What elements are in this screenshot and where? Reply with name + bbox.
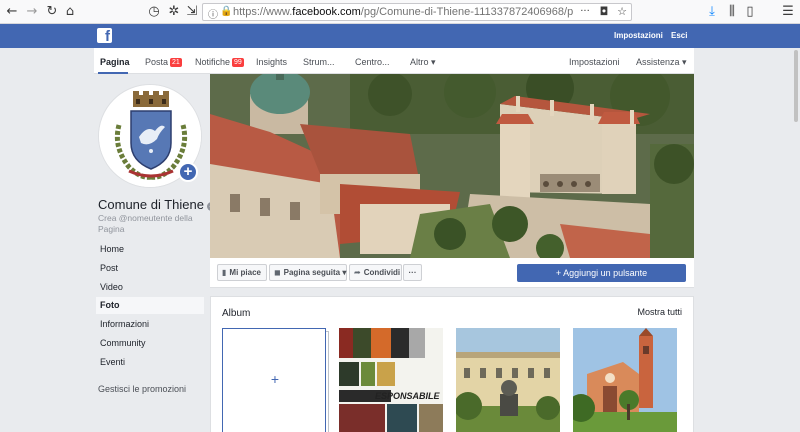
tab-notifiche[interactable]: Notifiche 99 [195,57,244,67]
settings-icon[interactable]: ✲ [166,4,182,20]
create-album-button[interactable]: + [222,328,326,432]
impresa-poster-image: ESPONSABILE [339,328,443,432]
thumbs-up-icon: ▮ [222,268,227,277]
tab-insights[interactable]: Insights [256,57,287,67]
share-button[interactable]: ➦ Condividi [349,264,402,281]
posta-badge: 21 [170,58,182,67]
sidebar-item-informazioni[interactable]: Informazioni [96,316,204,333]
tab-centro[interactable]: Centro... [355,57,390,67]
add-button-cta[interactable]: + Aggiungi un pulsante [517,264,686,282]
show-all-link[interactable]: Mostra tutti [637,307,682,317]
history-icon[interactable]: ◷ [146,4,162,20]
create-username-link[interactable]: Crea @nomeutente della Pagina [98,213,208,235]
forward-icon[interactable]: → [24,4,40,20]
album-thumbnail-square[interactable] [456,328,560,432]
scrollbar-thumb[interactable] [794,50,798,122]
cover-image [210,74,694,258]
album-section: Album Mostra tutti + ESPONSABILE [210,296,694,432]
page-admin-nav: Pagina Posta 21 Notifiche 99 Insights Stru… [94,48,694,74]
impostazioni-link[interactable]: Impostazioni [614,31,663,40]
browser-toolbar: ← → ↻ ⌂ ◷ ✲ ⇲ ⓘ 🔒 https://www.facebook.c… [0,0,800,24]
tab-altro[interactable]: Altro ▾ [410,57,436,68]
home-icon[interactable]: ⌂ [62,4,78,20]
follow-button-label: Pagina seguita [283,268,341,277]
tab-strumenti[interactable]: Strum... [303,57,335,67]
manage-promotions-link[interactable]: Gestisci le promozioni [98,384,186,394]
sidebar-item-video[interactable]: Video [96,279,204,296]
responsabile-text: ESPONSABILE [375,391,441,401]
follow-button[interactable]: ◼ Pagina seguita ▾ [269,264,347,281]
info-icon[interactable]: ⓘ [208,6,218,21]
lock-icon: 🔒 [220,6,233,17]
share-button-label: Condividi [363,268,401,277]
album-thumbnail-church[interactable] [573,328,677,432]
add-photo-button[interactable]: + [178,162,198,182]
library-icon[interactable]: ⫼ [724,4,740,20]
menu-icon[interactable]: ☰ [780,4,796,20]
facebook-top-bar: f Impostazioni Esci [0,24,800,48]
share-icon: ➦ [354,268,361,277]
album-section-title: Album [222,308,251,319]
page-action-bar: ▮ Mi piace ◼ Pagina seguita ▾ ➦ Condividi ·… [210,258,694,288]
like-button[interactable]: ▮ Mi piace [217,264,267,281]
like-button-label: Mi piace [229,268,261,277]
church-image [573,328,677,432]
cover-photo[interactable] [210,74,694,258]
extension-icon[interactable]: ⇲ [184,4,200,20]
plus-icon: + [270,371,280,387]
sidebar-item-foto[interactable]: Foto [96,297,204,314]
sidebar-item-post[interactable]: Post [96,260,204,277]
tab-pagina[interactable]: Pagina [100,57,130,67]
album-thumbnail-impresa[interactable]: ESPONSABILE [339,328,443,432]
tab-posta[interactable]: Posta 21 [145,57,182,67]
tab-notifiche-label: Notifiche [195,57,231,67]
sidebar-item-eventi[interactable]: Eventi [96,354,204,371]
tab-impostazioni[interactable]: Impostazioni [569,57,620,67]
pocket-icon[interactable]: ◘ [596,4,612,20]
url-text[interactable]: https://www.facebook.com/pg/Comune-di-Th… [233,6,573,18]
page-title[interactable]: Comune di Thiene✓ [98,197,216,212]
notifiche-badge: 99 [232,58,244,67]
page-actions-icon[interactable]: ··· [577,4,593,20]
url-bar[interactable]: ⓘ 🔒 https://www.facebook.com/pg/Comune-d… [202,3,632,21]
sidebar-item-home[interactable]: Home [96,241,204,258]
reload-icon[interactable]: ↻ [44,4,60,20]
tab-assistenza[interactable]: Assistenza ▾ [636,57,687,68]
page-name-text: Comune di Thiene [98,197,204,212]
tab-posta-label: Posta [145,57,169,67]
active-tab-indicator [98,72,128,74]
rss-icon: ◼ [274,268,281,277]
download-icon[interactable]: ⤓ [704,4,720,20]
sidebar-item-community[interactable]: Community [96,335,204,352]
sidebar-icon[interactable]: ▯ [742,4,758,20]
bookmark-star-icon[interactable]: ☆ [614,4,630,20]
town-square-image [456,328,560,432]
more-options-button[interactable]: ··· [403,264,422,281]
esci-link[interactable]: Esci [671,31,687,40]
back-icon[interactable]: ← [4,4,20,20]
facebook-logo-icon[interactable]: f [97,28,112,43]
